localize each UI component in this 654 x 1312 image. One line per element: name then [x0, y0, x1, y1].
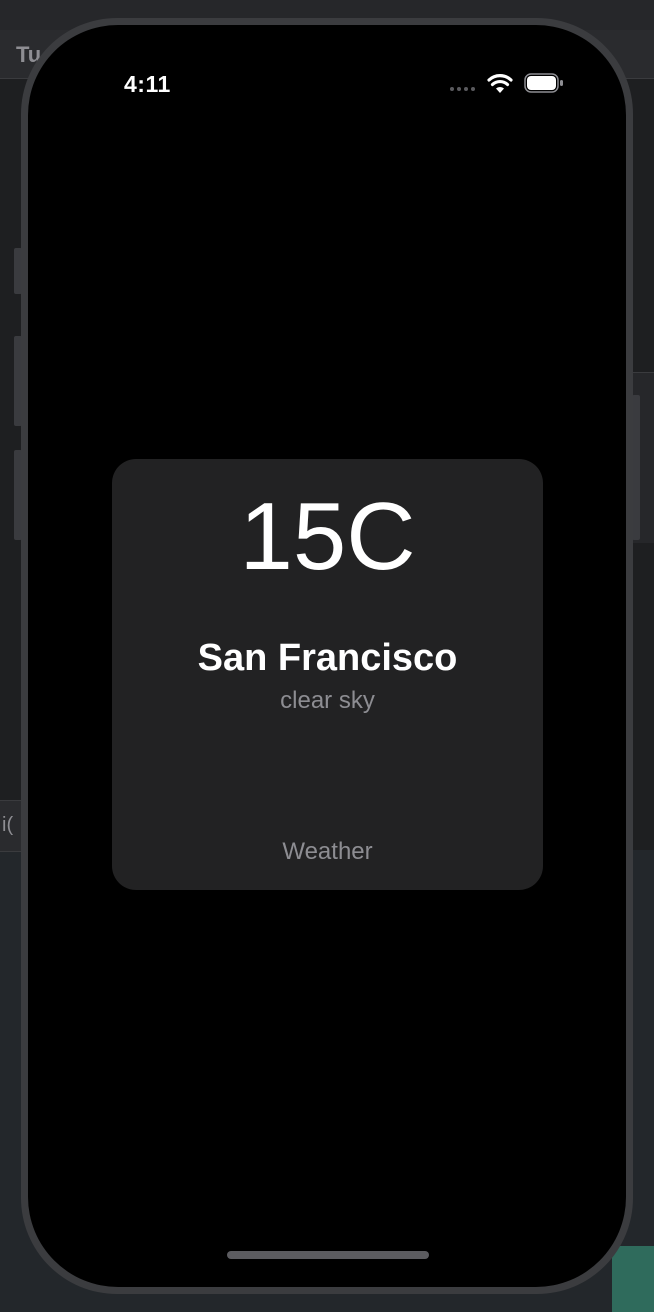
battery-icon — [524, 73, 563, 93]
temperature-label: 15C — [239, 483, 416, 590]
power-button — [632, 395, 640, 540]
status-time: 4:11 — [124, 71, 171, 97]
cellular-signal-icon — [450, 87, 475, 91]
condition-label: clear sky — [280, 687, 375, 714]
background-accent — [612, 1246, 654, 1312]
widget-name-label: Weather — [282, 838, 373, 865]
phone-screen: 4:11 15C San Francisco clear sky Weather — [28, 25, 626, 1287]
wifi-icon — [487, 74, 513, 93]
city-label: San Francisco — [197, 637, 458, 679]
background-tab-label: i( — [2, 814, 14, 836]
weather-widget[interactable]: 15C San Francisco clear sky Weather — [112, 459, 543, 890]
home-indicator[interactable] — [227, 1251, 429, 1259]
